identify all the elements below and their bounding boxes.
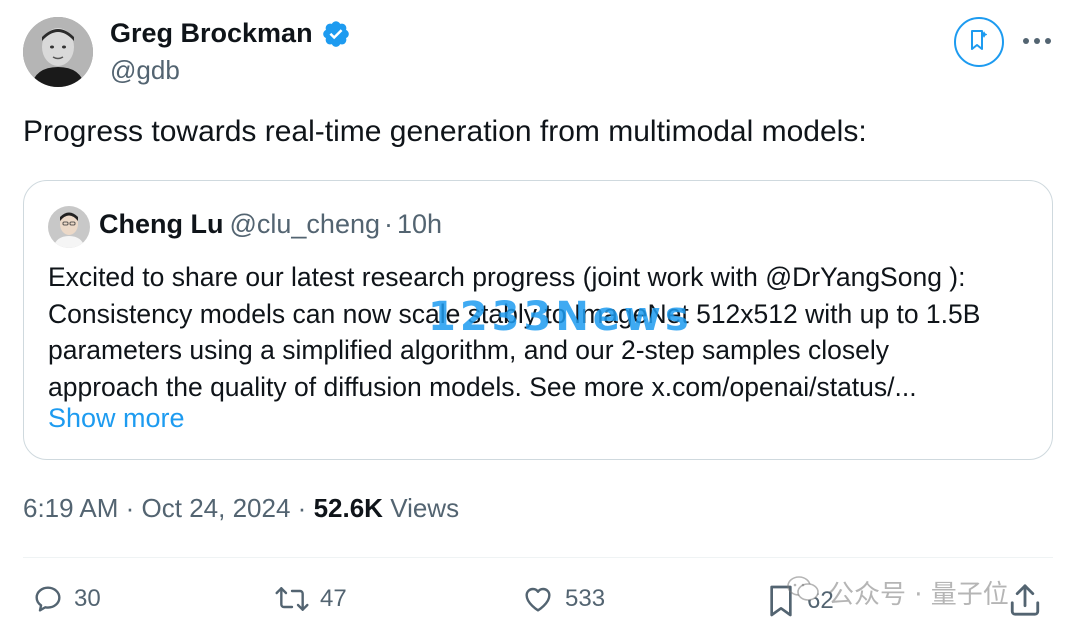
show-more-link[interactable]: Show more — [48, 403, 185, 434]
meta-separator: · — [297, 493, 307, 523]
quoted-author-handle[interactable]: @clu_cheng — [229, 209, 380, 239]
quoted-author-avatar[interactable] — [48, 206, 90, 248]
repost-button[interactable]: 47 — [274, 583, 347, 615]
tweet-date[interactable]: Oct 24, 2024 — [142, 493, 291, 523]
heart-icon — [521, 583, 555, 615]
share-icon — [1008, 584, 1042, 623]
divider — [23, 557, 1053, 558]
reply-count: 30 — [74, 585, 101, 612]
author-name[interactable]: Greg Brockman — [110, 18, 313, 49]
repost-icon — [274, 583, 310, 615]
author-avatar[interactable] — [23, 17, 93, 87]
quoted-text-line: Excited to share our latest research pro… — [48, 262, 966, 292]
wechat-watermark: 公众号 · 量子位 — [786, 574, 1009, 611]
reply-icon — [32, 583, 64, 615]
wechat-icon — [786, 575, 820, 610]
author-name-row[interactable]: Greg Brockman — [110, 18, 351, 49]
tweet-meta: 6:19 AM · Oct 24, 2024 · 52.6K Views — [23, 493, 459, 524]
quoted-text-line: approach the quality of diffusion models… — [48, 371, 917, 402]
like-button[interactable]: 533 — [521, 583, 605, 615]
share-button[interactable] — [1008, 581, 1042, 624]
verified-badge-icon — [321, 19, 351, 49]
grok-bookmark-icon — [967, 28, 991, 57]
more-options-button[interactable] — [1017, 26, 1057, 56]
meta-separator: · — [125, 493, 135, 523]
like-count: 533 — [565, 585, 606, 612]
views-count: 52.6K — [313, 493, 383, 523]
author-handle[interactable]: @gdb — [110, 55, 180, 86]
site-watermark: 1233News — [428, 294, 693, 340]
views-label: Views — [390, 493, 460, 523]
tweet-time[interactable]: 6:19 AM — [23, 493, 118, 523]
wechat-watermark-text: 公众号 · 量子位 — [828, 580, 1009, 610]
grok-bookmark-button[interactable] — [954, 17, 1004, 67]
quoted-separator: · — [384, 209, 393, 239]
repost-count: 47 — [320, 585, 347, 612]
tweet-text: Progress towards real-time generation fr… — [23, 115, 867, 148]
quoted-author-name[interactable]: Cheng Lu — [99, 209, 223, 239]
reply-button[interactable]: 30 — [32, 583, 101, 615]
quoted-tweet-header: Cheng Lu @clu_cheng · 10h — [99, 209, 442, 240]
quoted-timestamp[interactable]: 10h — [397, 209, 442, 239]
more-dots-icon — [1022, 32, 1052, 50]
